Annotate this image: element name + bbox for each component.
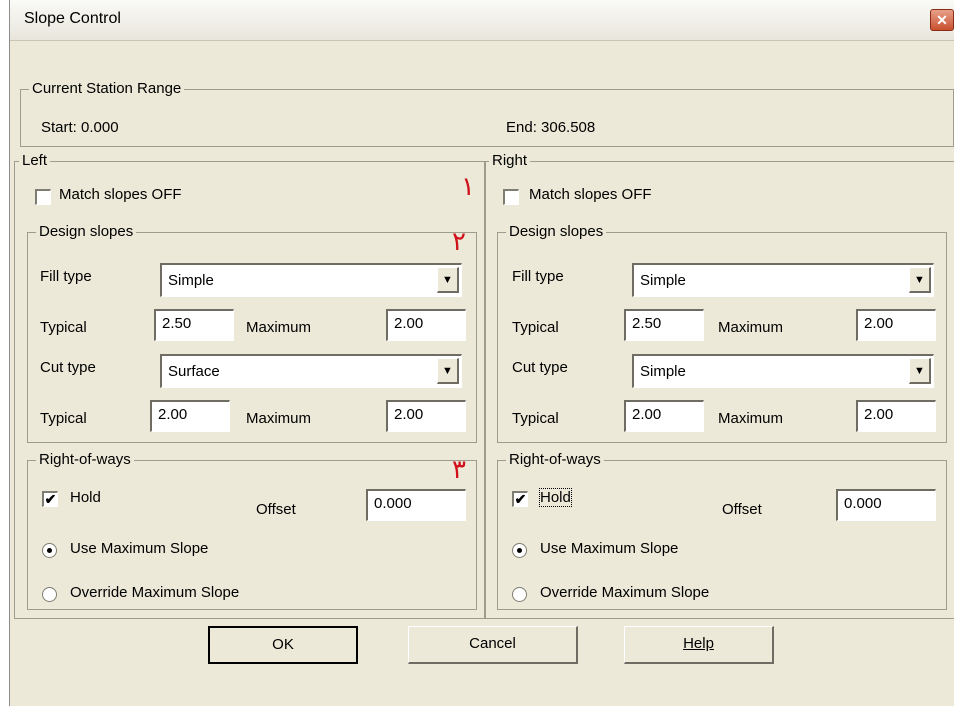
slope-control-dialog: Slope Control ✕ Current Station Range St… [9, 0, 954, 706]
right-fill-maximum-label: Maximum [718, 319, 784, 336]
right-fill-type-value: Simple [640, 272, 686, 289]
right-match-checkbox[interactable] [503, 189, 519, 205]
right-hold-label: Hold [539, 488, 572, 507]
left-fill-maximum-label: Maximum [246, 319, 312, 336]
left-design-slopes-label: Design slopes [36, 223, 137, 240]
right-cut-type-label: Cut type [512, 359, 568, 376]
right-panel: Right Match slopes OFF Design slopes Fil… [484, 152, 954, 619]
left-offset-label: Offset [256, 501, 296, 518]
left-fill-type-value: Simple [168, 272, 214, 289]
right-cut-type-value: Simple [640, 363, 686, 380]
right-match-label: Match slopes OFF [529, 186, 652, 203]
left-fill-type-label: Fill type [40, 268, 92, 285]
right-cut-maximum-label: Maximum [718, 410, 784, 427]
ok-button[interactable]: OK [208, 626, 358, 664]
station-range-group: Current Station Range Start: 0.000 End: … [20, 80, 954, 147]
right-use-max-label: Use Maximum Slope [540, 540, 679, 557]
left-cut-type-value: Surface [168, 363, 220, 380]
station-range-label: Current Station Range [29, 80, 185, 97]
left-panel: Left ١ Match slopes OFF Design slopes ٢ … [14, 152, 486, 619]
left-override-max-radio[interactable] [42, 587, 57, 602]
marker-2: ٢ [452, 227, 466, 257]
right-cut-maximum-input[interactable]: 2.00 [856, 400, 936, 432]
marker-1: ١ [461, 172, 475, 202]
left-use-max-radio[interactable] [42, 543, 57, 558]
left-row-label: Right-of-ways [36, 451, 134, 468]
right-design-slopes-group: Design slopes Fill type Simple ▼ Typical… [497, 223, 947, 443]
right-panel-label: Right [489, 152, 531, 169]
chevron-down-icon[interactable]: ▼ [437, 267, 459, 293]
right-override-max-label: Override Maximum Slope [540, 584, 710, 601]
chevron-down-icon[interactable]: ▼ [437, 358, 459, 384]
left-hold-label: Hold [70, 489, 101, 506]
help-button[interactable]: Help [624, 626, 774, 664]
left-override-max-label: Override Maximum Slope [70, 584, 240, 601]
right-offset-input[interactable]: 0.000 [836, 489, 936, 521]
window-title: Slope Control [24, 10, 121, 27]
right-fill-maximum-input[interactable]: 2.00 [856, 309, 936, 341]
left-cut-type-select[interactable]: Surface ▼ [160, 354, 462, 388]
right-hold-checkbox[interactable]: ✔ [512, 491, 528, 507]
station-start: Start: 0.000 [41, 119, 119, 136]
title-bar: Slope Control ✕ [10, 0, 954, 41]
right-use-max-radio[interactable] [512, 543, 527, 558]
left-fill-maximum-input[interactable]: 2.00 [386, 309, 466, 341]
left-cut-maximum-input[interactable]: 2.00 [386, 400, 466, 432]
chevron-down-icon[interactable]: ▼ [909, 267, 931, 293]
right-cut-type-select[interactable]: Simple ▼ [632, 354, 934, 388]
marker-3: ٣ [452, 455, 466, 485]
left-use-max-label: Use Maximum Slope [70, 540, 209, 557]
station-end: End: 306.508 [506, 119, 596, 136]
right-fill-typical-input[interactable]: 2.50 [624, 309, 704, 341]
right-cut-typical-input[interactable]: 2.00 [624, 400, 704, 432]
chevron-down-icon[interactable]: ▼ [909, 358, 931, 384]
left-fill-typical-input[interactable]: 2.50 [154, 309, 234, 341]
left-cut-type-label: Cut type [40, 359, 96, 376]
left-design-slopes-group: Design slopes ٢ Fill type Simple ▼ Typic… [27, 223, 477, 443]
close-icon[interactable]: ✕ [930, 9, 954, 31]
cancel-button[interactable]: Cancel [408, 626, 578, 664]
left-row-group: Right-of-ways ٣ ✔ Hold Offset 0.000 Use … [27, 451, 477, 610]
right-override-max-radio[interactable] [512, 587, 527, 602]
right-cut-typical-label: Typical [512, 410, 559, 427]
left-cut-typical-input[interactable]: 2.00 [150, 400, 230, 432]
right-row-group: Right-of-ways ✔ Hold Offset 0.000 Use Ma… [497, 451, 947, 610]
left-cut-typical-label: Typical [40, 410, 87, 427]
left-fill-type-select[interactable]: Simple ▼ [160, 263, 462, 297]
left-offset-input[interactable]: 0.000 [366, 489, 466, 521]
left-fill-typical-label: Typical [40, 319, 87, 336]
left-match-label: Match slopes OFF [59, 186, 182, 203]
left-hold-checkbox[interactable]: ✔ [42, 491, 58, 507]
right-offset-label: Offset [722, 501, 762, 518]
right-fill-type-label: Fill type [512, 268, 564, 285]
left-panel-label: Left [19, 152, 51, 169]
right-row-label: Right-of-ways [506, 451, 604, 468]
right-design-slopes-label: Design slopes [506, 223, 607, 240]
left-cut-maximum-label: Maximum [246, 410, 312, 427]
right-fill-type-select[interactable]: Simple ▼ [632, 263, 934, 297]
left-match-checkbox[interactable] [35, 189, 51, 205]
right-fill-typical-label: Typical [512, 319, 559, 336]
